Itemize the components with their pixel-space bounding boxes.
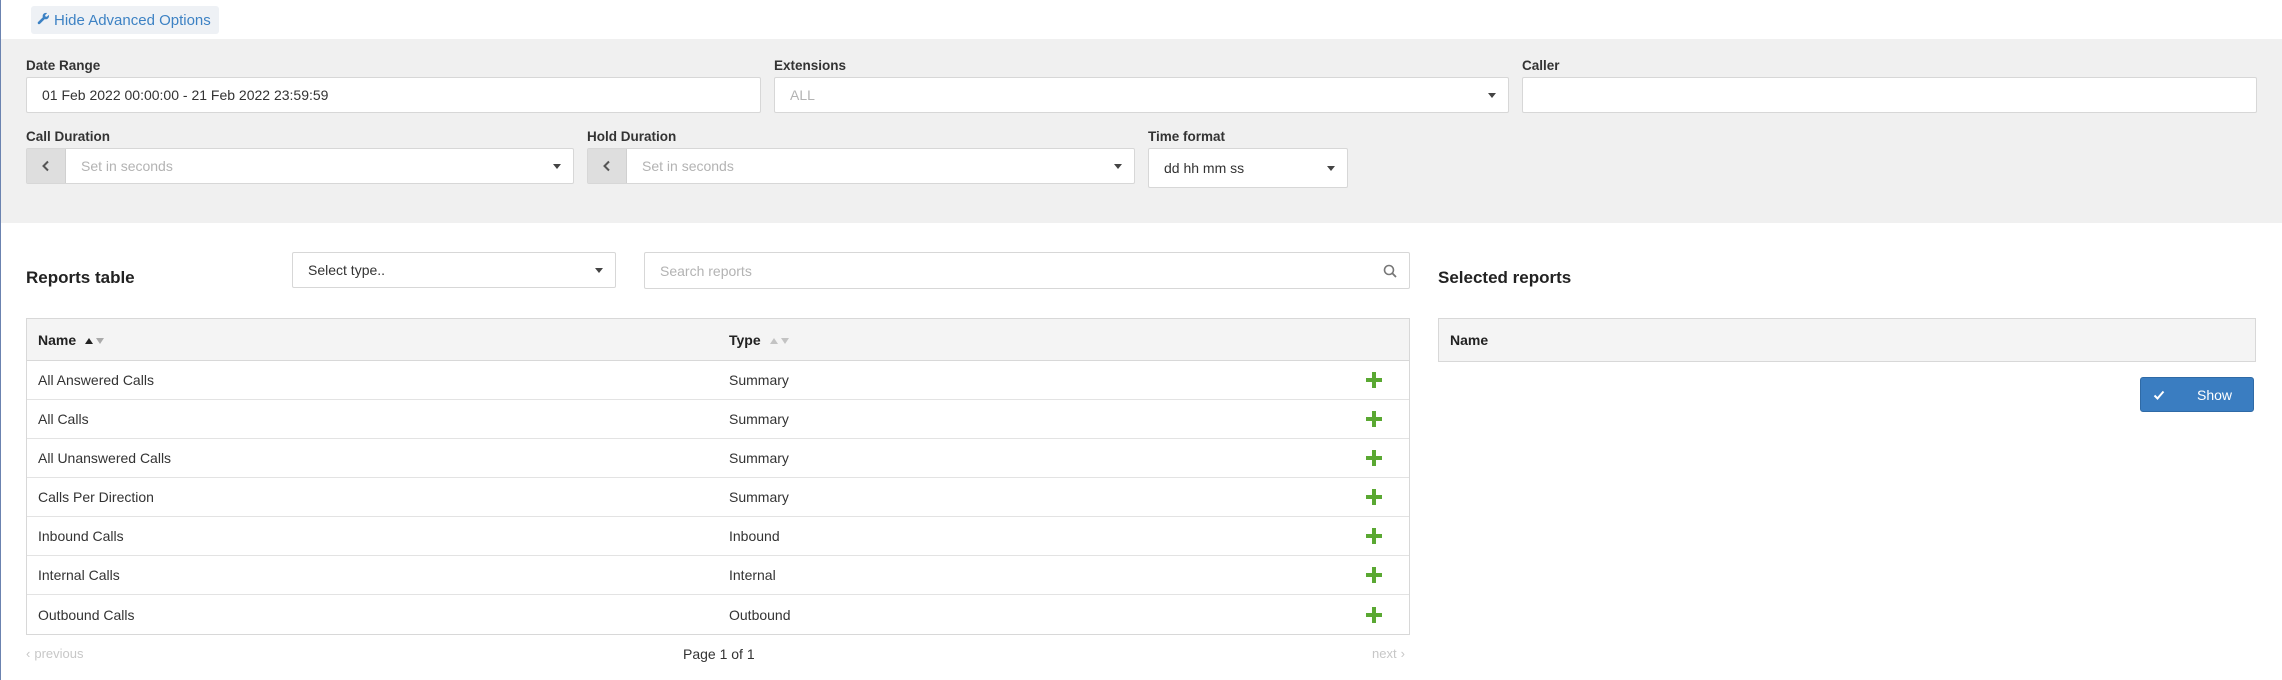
column-header-name: Name: [1450, 332, 1489, 348]
chevron-down-icon: [1327, 165, 1335, 171]
add-report-plus-icon[interactable]: [1366, 450, 1382, 466]
report-type: Internal: [729, 567, 776, 583]
selected-reports-title: Selected reports: [1438, 268, 1572, 287]
add-report-plus-icon[interactable]: [1366, 567, 1382, 583]
sort-icon: [769, 337, 789, 344]
date-range-label: Date Range: [26, 58, 101, 73]
table-row: All Unanswered Calls Summary: [27, 439, 1409, 478]
wrench-icon: [37, 12, 50, 29]
selected-reports-table: Name: [1438, 318, 2256, 362]
search-icon: [1383, 264, 1397, 278]
table-row: Inbound Calls Inbound: [27, 517, 1409, 556]
chevron-right-icon: ›: [1400, 646, 1405, 661]
time-format-select[interactable]: dd hh mm ss: [1148, 148, 1348, 188]
report-name: Inbound Calls: [38, 528, 124, 544]
search-reports-input[interactable]: Search reports: [644, 252, 1410, 289]
date-range-input[interactable]: 01 Feb 2022 00:00:00 - 21 Feb 2022 23:59…: [26, 77, 761, 113]
table-row: All Answered Calls Summary: [27, 361, 1409, 400]
report-name: All Unanswered Calls: [38, 450, 172, 466]
add-report-plus-icon[interactable]: [1366, 528, 1382, 544]
reports-table: Name Type All Answered Calls Summary All…: [26, 318, 1410, 635]
next-label: next: [1372, 646, 1397, 661]
hold-duration-placeholder: Set in seconds: [642, 158, 734, 174]
add-report-plus-icon[interactable]: [1366, 372, 1382, 388]
caller-label: Caller: [1522, 58, 1560, 73]
report-name: Outbound Calls: [38, 606, 135, 623]
report-type: Inbound: [729, 528, 780, 544]
report-type-value: Select type..: [308, 262, 386, 278]
chevron-down-icon: [1114, 163, 1122, 169]
extensions-label: Extensions: [774, 58, 847, 73]
table-row: Calls Per Direction Summary: [27, 478, 1409, 517]
advanced-filters-panel: Date Range 01 Feb 2022 00:00:00 - 21 Feb…: [1, 39, 2282, 223]
add-report-plus-icon[interactable]: [1366, 606, 1382, 623]
report-type-select[interactable]: Select type..: [292, 252, 616, 288]
column-header-name[interactable]: Name: [38, 331, 105, 348]
report-type: Summary: [729, 489, 789, 505]
report-name: Calls Per Direction: [38, 489, 154, 505]
chevron-down-icon: [1488, 92, 1496, 98]
table-row: All Calls Summary: [27, 400, 1409, 439]
time-format-value: dd hh mm ss: [1164, 160, 1245, 176]
hide-advanced-options-button[interactable]: Hide Advanced Options: [31, 6, 219, 34]
report-type: Summary: [729, 450, 789, 466]
column-type-label: Type: [729, 331, 761, 348]
table-body: All Answered Calls Summary All Calls Sum…: [27, 361, 1409, 634]
previous-page-link[interactable]: ‹ previous: [26, 646, 83, 661]
chevron-down-icon: [595, 267, 603, 273]
report-type: Summary: [729, 411, 789, 427]
caller-input[interactable]: [1522, 77, 2257, 113]
report-type: Summary: [729, 372, 789, 388]
table-header: Name: [1439, 319, 2255, 361]
chevron-down-icon: [553, 163, 561, 169]
column-name-label: Name: [38, 331, 77, 348]
call-duration-label: Call Duration: [26, 129, 111, 144]
table-header: Name Type: [27, 319, 1409, 361]
column-header-type[interactable]: Type: [729, 332, 789, 348]
hold-duration-label: Hold Duration: [587, 129, 677, 144]
page: Hide Advanced Options Date Range 01 Feb …: [0, 0, 2282, 680]
report-name: Internal Calls: [38, 567, 120, 583]
add-report-plus-icon[interactable]: [1366, 489, 1382, 505]
toggle-label: Hide Advanced Options: [54, 11, 211, 29]
sort-icon: [85, 337, 105, 344]
date-range-value: 01 Feb 2022 00:00:00 - 21 Feb 2022 23:59…: [42, 87, 329, 103]
extensions-select[interactable]: ALL: [774, 77, 1509, 113]
next-page-link[interactable]: next ›: [1372, 646, 1405, 661]
chevron-left-icon[interactable]: [588, 149, 627, 183]
extensions-value: ALL: [790, 87, 815, 103]
chevron-left-icon[interactable]: [27, 149, 66, 183]
table-row: Internal Calls Internal: [27, 556, 1409, 595]
show-label: Show: [2197, 386, 2233, 403]
show-button[interactable]: Show: [2140, 377, 2254, 412]
report-name: All Answered Calls: [38, 372, 154, 388]
chevron-left-icon: ‹: [26, 646, 31, 661]
report-type: Outbound: [729, 606, 791, 623]
search-reports-placeholder: Search reports: [660, 262, 752, 279]
call-duration-input[interactable]: Set in seconds: [26, 148, 574, 184]
report-name: All Calls: [38, 411, 89, 427]
previous-label: previous: [34, 646, 84, 661]
checkmark-icon: [2141, 389, 2165, 401]
page-indicator: Page 1 of 1: [683, 646, 755, 662]
table-row: Outbound Calls Outbound: [27, 595, 1409, 634]
time-format-label: Time format: [1148, 129, 1226, 144]
hold-duration-input[interactable]: Set in seconds: [587, 148, 1135, 184]
reports-table-title: Reports table: [26, 268, 135, 287]
add-report-plus-icon[interactable]: [1366, 411, 1382, 427]
call-duration-placeholder: Set in seconds: [81, 158, 173, 174]
